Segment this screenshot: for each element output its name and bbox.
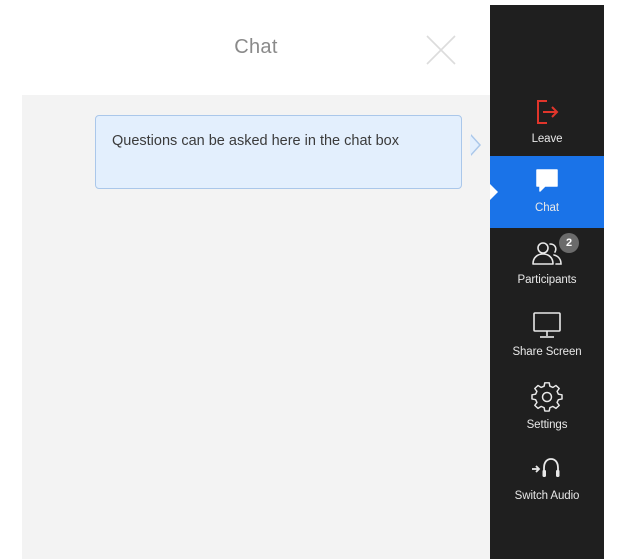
gear-icon (531, 382, 563, 412)
leave-icon (537, 100, 559, 124)
chat-icon (536, 169, 558, 192)
monitor-icon (533, 312, 561, 338)
chat-panel: Chat Questions can be asked here in the … (0, 0, 490, 559)
leave-label: Leave (531, 133, 563, 145)
chat-label: Chat (535, 202, 559, 214)
close-icon (426, 35, 456, 65)
right-edge (604, 0, 618, 559)
participants-label: Participants (517, 274, 577, 286)
close-button[interactable] (424, 33, 458, 67)
participants-button[interactable]: 2 Participants (490, 228, 604, 300)
chat-tooltip: Questions can be asked here in the chat … (95, 115, 481, 189)
leave-button[interactable]: Leave (490, 87, 604, 159)
chat-button[interactable]: Chat (490, 156, 604, 228)
headset-icon (532, 458, 560, 477)
tooltip-text: Questions can be asked here in the chat … (112, 133, 399, 149)
settings-label: Settings (526, 419, 568, 431)
share-screen-label: Share Screen (512, 346, 582, 358)
switch-audio-label: Switch Audio (514, 490, 580, 502)
meeting-sidebar: Leave Chat 2 Participants Share Screen S… (490, 5, 604, 559)
switch-audio-button[interactable]: Switch Audio (490, 444, 604, 516)
participants-count-badge: 2 (559, 233, 579, 253)
chat-title: Chat (234, 36, 278, 58)
share-screen-button[interactable]: Share Screen (490, 300, 604, 372)
chat-header: Chat (22, 0, 490, 95)
settings-button[interactable]: Settings (490, 373, 604, 445)
chat-messages-area: Questions can be asked here in the chat … (22, 95, 490, 559)
